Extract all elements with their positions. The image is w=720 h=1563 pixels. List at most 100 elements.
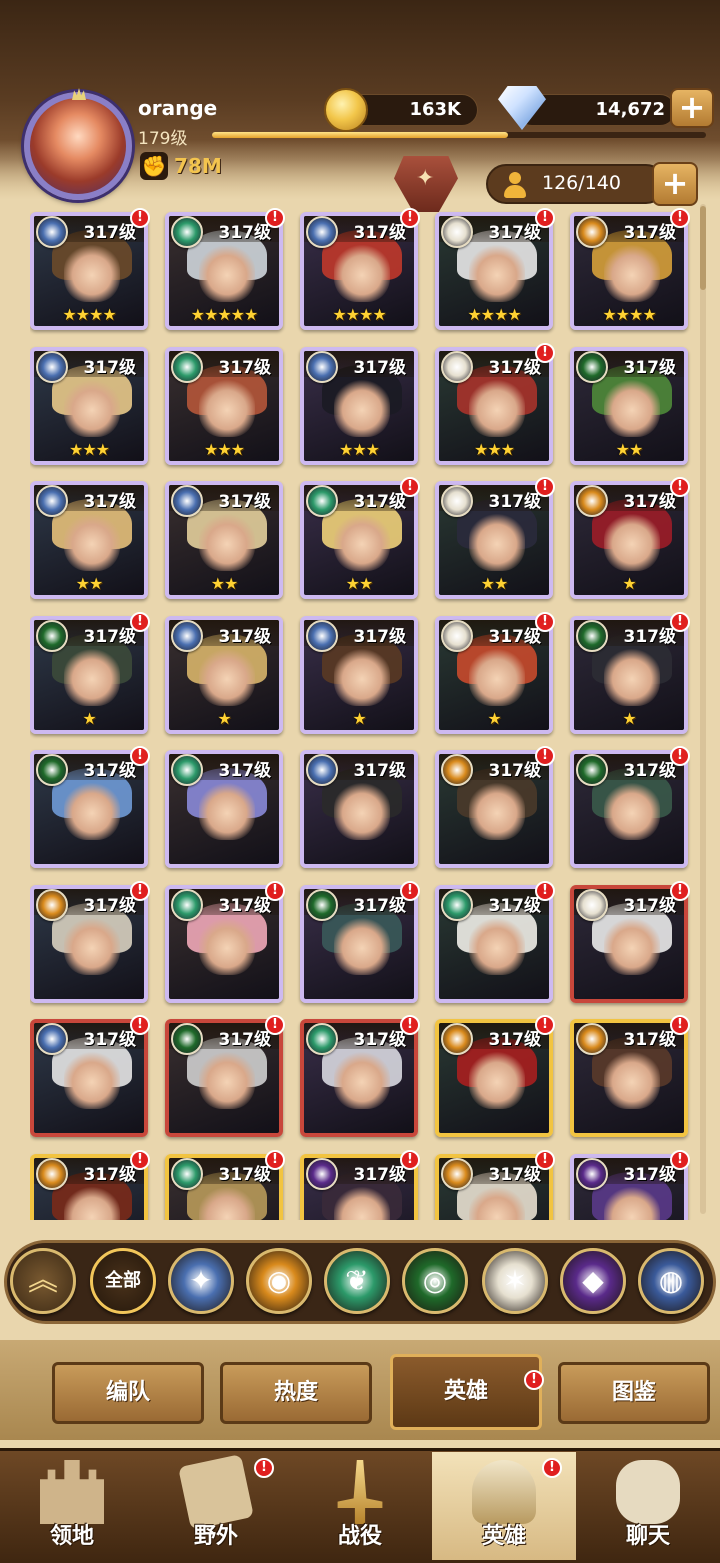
subtab-3[interactable]: 图鉴 — [558, 1362, 710, 1424]
compass-star-icon — [171, 620, 203, 652]
hero-face — [64, 242, 120, 302]
filter-lightbearer-button[interactable]: ✦ — [168, 1248, 234, 1314]
xp-fill — [212, 132, 509, 138]
player-avatar[interactable] — [24, 88, 132, 200]
sunburst-icon — [441, 620, 473, 652]
fist-emblem-icon — [576, 216, 608, 248]
scrollbar-track[interactable] — [700, 204, 706, 1214]
subtab-2[interactable]: 英雄 — [390, 1354, 542, 1430]
subtab-0[interactable]: 编队 — [52, 1362, 204, 1424]
nav-2[interactable]: 战役 — [288, 1452, 432, 1560]
hero-face — [199, 780, 255, 840]
hero-level: 317级 — [488, 761, 542, 781]
nav-4[interactable]: 聊天 — [576, 1452, 720, 1560]
compass-star-icon — [36, 485, 68, 517]
hero-face — [64, 780, 120, 840]
sunburst-icon — [441, 485, 473, 517]
filter-mauler-button[interactable]: ◉ — [246, 1248, 312, 1314]
filter-wilder-button[interactable]: ❦ — [324, 1248, 390, 1314]
alert-badge: ! — [130, 746, 150, 766]
hero-face — [604, 377, 660, 437]
hero-level: 317级 — [83, 223, 137, 243]
alert-badge: ! — [535, 746, 555, 766]
alert-badge: ! — [400, 1015, 420, 1035]
castle-icon — [40, 1460, 104, 1524]
person-icon — [502, 172, 528, 198]
alert-badge: ! — [535, 343, 555, 363]
hero-level: 317级 — [83, 761, 137, 781]
hero-face — [199, 511, 255, 571]
hero-face — [469, 511, 525, 571]
filter-dimensional-button[interactable]: ◍ — [638, 1248, 704, 1314]
alert-badge: ! — [535, 1015, 555, 1035]
alert-badge: ! — [670, 477, 690, 497]
sunburst-icon — [441, 351, 473, 383]
subtab-1[interactable]: 热度 — [220, 1362, 372, 1424]
alert-badge: ! — [130, 881, 150, 901]
fist-emblem-icon — [36, 889, 68, 921]
hero-face — [469, 242, 525, 302]
hero-level: 317级 — [623, 492, 677, 512]
sunburst-icon — [441, 216, 473, 248]
hero-level: 317级 — [353, 492, 407, 512]
power-value: 78M — [174, 154, 222, 178]
hero-stars: ★★ — [75, 574, 104, 593]
eye-icon — [576, 620, 608, 652]
hero-level: 317级 — [218, 223, 272, 243]
fist-emblem-icon — [441, 1158, 473, 1190]
hero-level: 317级 — [353, 358, 407, 378]
hero-face — [604, 646, 660, 706]
alert-badge: ! — [670, 208, 690, 228]
leaf-icon — [171, 216, 203, 248]
expand-roster-button[interactable]: + — [652, 162, 698, 206]
scrollbar-thumb[interactable] — [700, 206, 706, 290]
hero-level: 317级 — [623, 1030, 677, 1050]
xp-bar — [212, 132, 706, 138]
alert-badge: ! — [130, 1150, 150, 1170]
eye-icon — [171, 1023, 203, 1055]
hero-level: 317级 — [623, 627, 677, 647]
alert-badge: ! — [265, 881, 285, 901]
hero-stars: ★★★★ — [467, 305, 521, 324]
filter-graveborn-button[interactable]: ◎ — [402, 1248, 468, 1314]
hero-face — [334, 377, 390, 437]
hero-level: 317级 — [488, 896, 542, 916]
hero-face — [334, 780, 390, 840]
hero-face — [199, 242, 255, 302]
compass-star-icon — [36, 216, 68, 248]
compass-star-icon — [171, 485, 203, 517]
hero-stars: ★★★ — [473, 440, 515, 459]
hero-grid[interactable]: 317级 ★★★★! 317级 ★★★★★! 317级 ★★★★! 317级 ★★★★! 317… — [30, 208, 700, 1220]
alert-badge: ! — [535, 612, 555, 632]
hero-stars: ★ — [487, 709, 501, 728]
hero-level: 317级 — [353, 896, 407, 916]
hero-level: 317级 — [353, 223, 407, 243]
portal-icon: ◍ — [658, 1264, 684, 1297]
hero-level: 317级 — [218, 1030, 272, 1050]
filter-all-button[interactable]: 全部 — [90, 1248, 156, 1314]
hero-face — [604, 511, 660, 571]
compass-star-icon — [36, 351, 68, 383]
hero-face — [199, 915, 255, 975]
collapse-filter-button[interactable]: ︽ — [10, 1248, 76, 1314]
hero-level: 317级 — [83, 627, 137, 647]
alert-badge: ! — [524, 1370, 544, 1390]
alert-badge: ! — [542, 1458, 562, 1478]
buy-gems-button[interactable]: + — [670, 88, 714, 128]
gold-coin-icon — [324, 88, 368, 132]
alert-badge: ! — [670, 1150, 690, 1170]
hero-face — [199, 1049, 255, 1109]
hero-face — [64, 646, 120, 706]
leaf-icon — [306, 485, 338, 517]
eye-icon — [36, 620, 68, 652]
nav-label: 聊天 — [625, 1524, 670, 1549]
hero-stars: ★★ — [210, 574, 239, 593]
filter-celestial-button[interactable]: ✶ — [482, 1248, 548, 1314]
sunburst-icon — [576, 889, 608, 921]
nav-0[interactable]: 领地 — [0, 1452, 144, 1560]
hero-face — [64, 511, 120, 571]
hero-stars: ★ — [352, 709, 366, 728]
filter-hypogean-button[interactable]: ◆ — [560, 1248, 626, 1314]
nav-label: 英雄 — [481, 1524, 526, 1549]
eye-icon — [576, 351, 608, 383]
